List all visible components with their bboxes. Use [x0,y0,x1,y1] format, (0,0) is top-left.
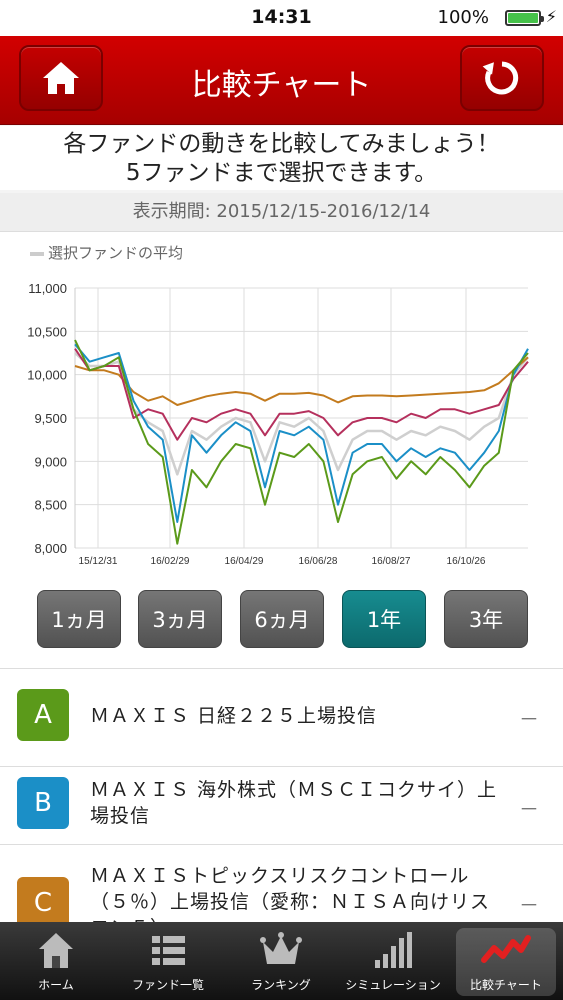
fund-list: A ＭＡＸＩＳ 日経２２５上場投信 － B ＭＡＸＩＳ 海外株式（ＭＳＣＩコクサ… [0,668,563,939]
tab-comparison-chart[interactable]: 比較チャート [450,922,562,1000]
period-button-1y[interactable]: 1年 [342,590,426,648]
remove-fund-button[interactable]: － [519,889,539,918]
bar-chart-icon [375,932,412,968]
intro-line2: 5ファンドまで選択できます。 [125,160,438,186]
fund-badge-a: A [17,689,69,741]
x-tick-label: 16/02/29 [151,556,190,567]
battery-percent: 100% [437,7,489,28]
comparison-chart-card: 選択ファンドの平均 8,000 8,500 9,000 9,500 10,000 10,5… [0,231,563,669]
fund-name: ＭＡＸＩＳ 日経２２５上場投信 [90,705,378,727]
tab-label: ファンド一覧 [131,978,204,992]
remove-fund-button[interactable]: － [519,703,539,732]
tab-label: ランキング [251,978,311,992]
fund-row[interactable]: B ＭＡＸＩＳ 海外株式（ＭＳＣＩコクサイ）上場投信 － [0,767,563,845]
period-button-6m[interactable]: 6ヵ月 [240,590,324,648]
tab-label: 比較チャート [470,978,542,992]
x-tick-label: 16/06/28 [299,556,338,567]
tab-simulation[interactable]: シミュレーション [337,922,449,1000]
y-tick-label: 10,000 [27,368,67,383]
battery-icon [505,10,544,26]
fund-name: ＭＡＸＩＳ 海外株式（ＭＳＣＩコクサイ）上場投信 [90,779,498,827]
tab-bar: ホーム ファンド一覧 ランキング シミュレーション 比較チャート [0,922,563,1000]
reset-button[interactable] [460,45,544,111]
tab-ranking[interactable]: ランキング [225,922,337,1000]
charging-icon: ⚡ [545,7,557,26]
intro-line1: 各ファンドの動きを比較してみましょう！ [63,131,500,157]
comparison-chart: 8,000 8,500 9,000 9,500 10,000 10,500 11,000 15… [27,281,529,567]
series-line-選択ファンドの平均 [74,352,529,476]
x-tick-label: 16/10/26 [447,556,486,567]
period-button-1m[interactable]: 1ヵ月 [37,590,121,648]
y-tick-label: 9,500 [34,411,67,426]
x-tick-label: 15/12/31 [79,556,118,567]
remove-fund-button[interactable]: － [519,793,539,822]
y-tick-label: 8,500 [34,498,67,513]
list-icon [152,936,185,965]
period-button-3y[interactable]: 3年 [444,590,528,648]
fund-row[interactable]: A ＭＡＸＩＳ 日経２２５上場投信 － [0,669,563,767]
tab-home[interactable]: ホーム [0,922,112,1000]
refresh-icon [482,61,519,95]
series-line-A [74,339,529,545]
fund-badge-b: B [17,777,69,829]
home-icon [39,933,73,968]
y-tick-label: 8,000 [34,541,67,556]
trend-chart-icon [481,935,531,963]
intro-message: 各ファンドの動きを比較してみましょう！ 5ファンドまで選択できます。 [0,126,563,190]
y-tick-label: 9,000 [34,454,67,469]
status-bar: 14:31 100% ⚡ [0,0,563,36]
series-line-C [74,356,529,406]
period-selector: 1ヵ月 3ヵ月 6ヵ月 1年 3年 [0,590,563,650]
display-period: 表示期間: 2015/12/15-2016/12/14 [0,193,563,231]
x-tick-label: 16/04/29 [225,556,264,567]
tab-fund-list[interactable]: ファンド一覧 [112,922,224,1000]
crown-icon [260,932,302,964]
tab-label: ホーム [38,978,74,992]
x-tick-label: 16/08/27 [372,556,411,567]
tab-label: シミュレーション [345,978,441,992]
y-tick-label: 11,000 [28,281,67,296]
header: 比較チャート [0,36,563,125]
y-tick-label: 10,500 [27,324,67,339]
period-button-3m[interactable]: 3ヵ月 [138,590,222,648]
